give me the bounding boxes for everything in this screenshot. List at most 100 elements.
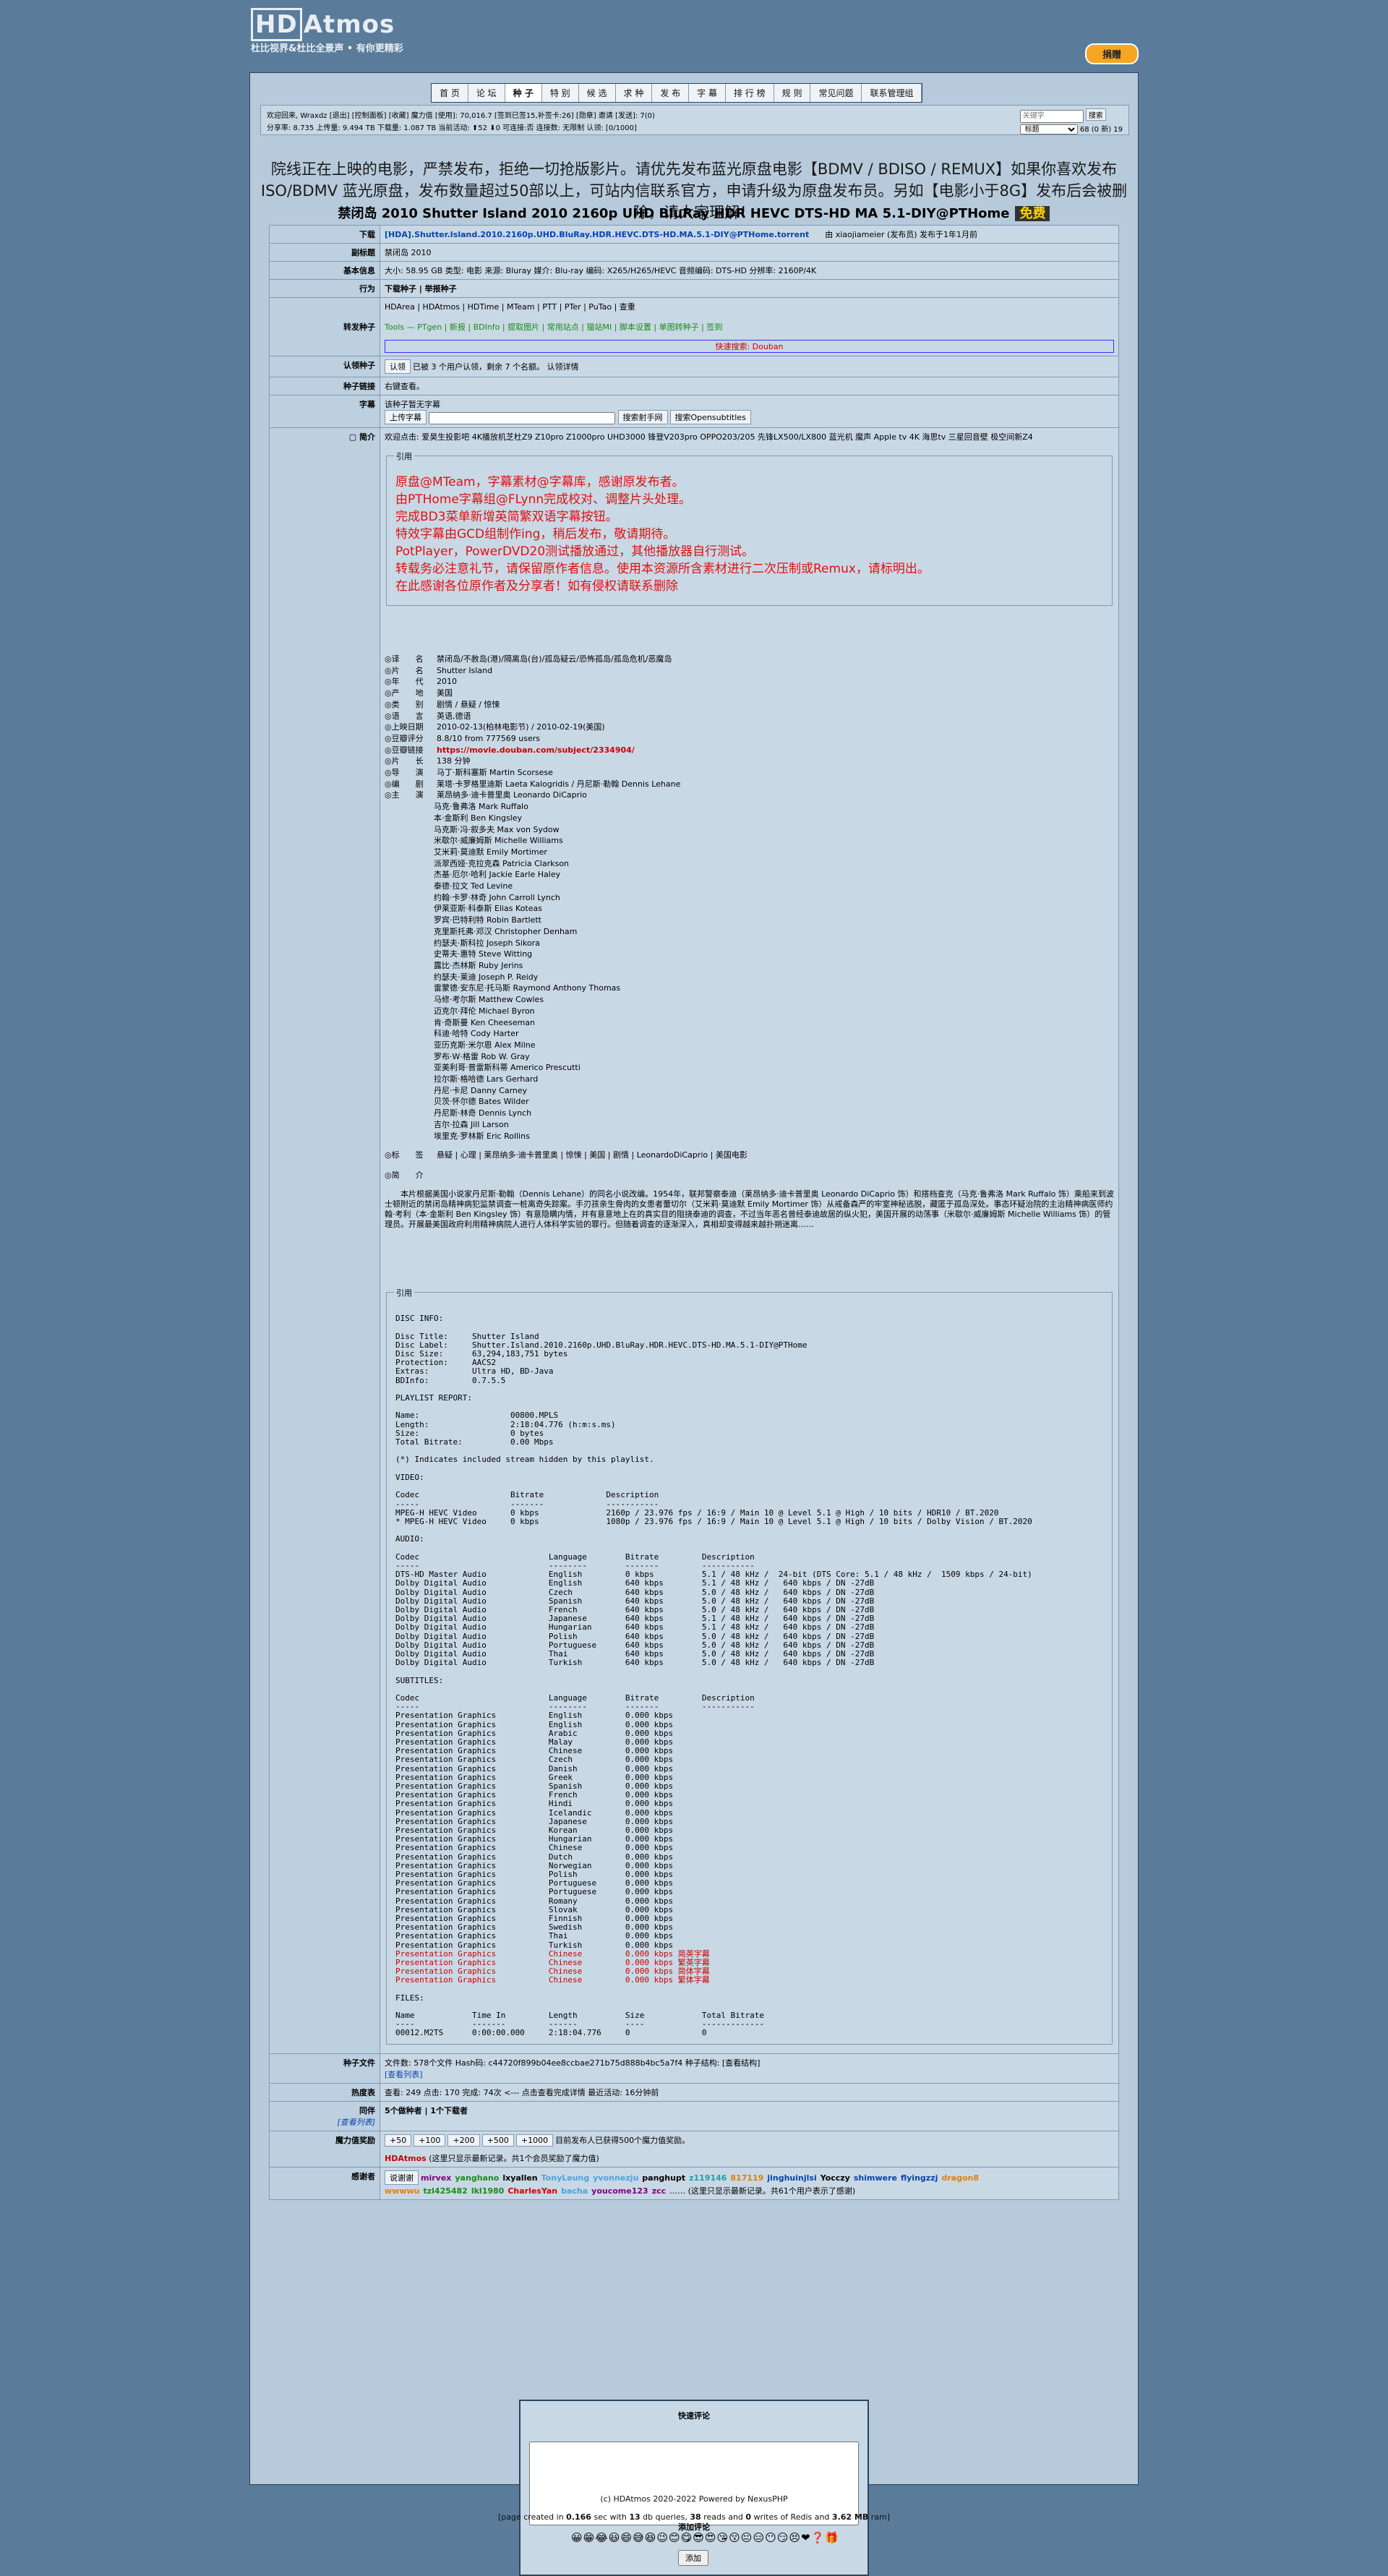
field-value[interactable]: https://movie.douban.com/subject/2334904… [437,745,635,756]
nav-item[interactable]: 论 坛 [468,84,505,102]
cast-member: 约瑟夫·莱迪 Joseph P. Reidy [434,972,539,982]
nav-item[interactable]: 联系管理组 [862,84,922,102]
cast-member: 罗布·W·格雷 Rob W. Gray [434,1051,530,1061]
thanks-user[interactable]: zcc [652,2186,666,2196]
row-thanks: 感谢者 说谢谢 mirvex yanghano lxyallen TonyLeung yv… [269,2167,1119,2200]
search-button[interactable]: 搜索 [1085,108,1106,121]
nav-item[interactable]: 排 行 榜 [725,84,774,102]
footer-stats: [page created in 0.166 sec with 13 db qu… [497,2512,891,2522]
cast-member: 艾米莉·莫迪默 Emily Mortimer [434,847,547,857]
cast-member: 贝茨·怀尔德 Bates Wilder [434,1097,529,1107]
bdinfo-files: FILES: Name Time In Length Size Total Bi… [395,1993,764,2038]
tools-links[interactable]: Tools — PTgen | 新报 | BDInfo | 提取图片 | 常用站… [385,321,1114,333]
quick-comment-box: 快速评论 😀😁😂😃😄😅😆😉😊😋😎😍😘😗😐😑😶😏😣❤❓🎁 添加 [519,2400,869,2576]
bonus-button[interactable]: +50 [385,2134,412,2147]
field-value: 莱昂纳多·迪卡普里奥 Leonardo DiCaprio [437,790,587,800]
thanks-user[interactable]: 817119 [730,2173,763,2183]
bonus-button[interactable]: +200 [447,2134,480,2147]
thanks-user[interactable]: z119146 [689,2173,727,2183]
cast-member: 本·金斯利 Ben Kingsley [434,813,523,823]
info-field: ◎年 代 2010 [385,676,1114,688]
nav-item[interactable]: 常见问题 [810,84,862,102]
tags-field: ◎标 签悬疑 | 心理 | 莱昂纳多·迪卡普里奥 | 惊悚 | 美国 | 剧情 … [385,1150,747,1160]
info-field: ◎主 演 莱昂纳多·迪卡普里奥 Leonardo DiCaprio [385,790,1114,801]
quote-line: 特效字幕由GCD组制作ing，稍后发布，敬请期待。 [395,527,676,542]
row-actions: 行为 下载种子 | 举报种子 [269,279,1119,298]
nav-item[interactable]: 种 子 [505,84,542,102]
nav-item[interactable]: 特 别 [541,84,579,102]
bonus-button[interactable]: +500 [481,2134,514,2147]
cast-list: 马克·鲁弗洛 Mark Ruffalo 本·金斯利 Ben Kingsley 马克斯… [434,801,1114,1142]
bonus-button[interactable]: +100 [414,2134,446,2147]
peer-counts[interactable]: 5个做种者 | 1个下载者 [385,2106,468,2115]
thanks-user[interactable]: lxyallen [502,2173,537,2183]
thanks-user[interactable]: jinghuinjlsi [767,2173,816,2183]
torrent-file-link[interactable]: [HDA].Shutter.Island.2010.2160p.UHD.BluR… [385,230,809,239]
nav-item[interactable]: 字 幕 [689,84,726,102]
thanks-user[interactable]: CharlesYan [507,2186,557,2196]
row-peers: 同伴 [查看列表] 5个做种者 | 1个下载者 [269,2101,1119,2131]
site-logo[interactable]: HD Atmos 杜比视界&杜比全景声 • 有你更精彩 [251,8,403,54]
nav-item[interactable]: 候 选 [578,84,616,102]
cast-member: 迈克尔·拜伦 Michael Byron [434,1006,535,1016]
donate-button[interactable]: 捐赠 [1084,43,1139,64]
add-comment-link[interactable]: 添加评论 [250,2521,1138,2533]
nav-item[interactable]: 首 页 [432,84,468,102]
quick-comment-title: 快速评论 [678,2411,710,2421]
intro-banner[interactable]: 欢迎点击: 爱昊生投影吧 4K播放机芝杜Z9 Z10pro Z1000pro U… [385,431,1114,442]
field-value: 英语,德语 [437,711,471,721]
field-key: ◎导 演 [385,768,424,778]
thanks-user[interactable]: yvonnezju [593,2173,638,2183]
thanks-user[interactable]: Yocczy [821,2173,850,2183]
quote-line: 转载务必注意礼节，请保留原作者信息。使用本资源所含素材进行二次压制或Remux，… [395,562,930,576]
cast-member: 约翰·卡罗·林奇 John Carroll Lynch [434,892,560,902]
thanks-button[interactable]: 说谢谢 [385,2170,419,2185]
thanks-user[interactable]: panghupt [642,2173,685,2183]
cast-member: 丹尼·卡尼 Danny Carney [434,1085,528,1095]
cast-member: 马克·鲁弗洛 Mark Ruffalo [434,802,528,812]
thanks-user[interactable]: flyingzzj [901,2173,938,2183]
thanks-user[interactable]: lkl1980 [471,2186,504,2196]
file-list-link[interactable]: [查看列表] [385,2068,1114,2080]
field-value: 美国 [437,688,453,698]
field-key: ◎类 别 [385,699,424,709]
site-links[interactable]: HDArea | HDAtmos | HDTime | MTeam | PTT … [385,301,1114,312]
claim-button[interactable]: 认领 [385,359,411,374]
thanks-user[interactable]: shimwere [854,2173,897,2183]
bdinfo-chinese-subs: Presentation Graphics Chinese 0.000 kbps… [395,1948,710,1985]
add-comment-button[interactable]: 添加 [678,2550,708,2566]
search-input[interactable] [1019,109,1084,123]
footer-copyright: (c) HDAtmos 2020-2022 Powered by NexusPH… [600,2494,788,2504]
field-key: ◎产 地 [385,688,424,698]
download-report-links[interactable]: 下载种子 | 举报种子 [385,284,457,294]
search-type-select[interactable]: 标题 [1019,124,1078,134]
smiley-bar[interactable]: 😀😁😂😃😄😅😆😉😊😋😎😍😘😗😐😑😶😏😣❤❓🎁 [571,2531,839,2544]
search-area: 搜索 标题 68 (0 新) 19 [1019,108,1123,134]
thanks-user[interactable]: bacha [561,2186,588,2196]
cast-member: 亚美利哥·普雷斯科蒂 Americo Prescutti [434,1063,581,1073]
quick-search[interactable]: 快速搜索: Douban [385,340,1114,353]
nav-item[interactable]: 规 则 [774,84,811,102]
message-count[interactable]: 68 (0 新) 19 [1080,126,1123,134]
info-field: ◎上映日期 2010-02-13(柏林电影节) / 2010-02-19(美国) [385,722,1114,733]
thanks-user[interactable]: youcome123 [591,2186,648,2196]
thanks-user[interactable]: tzl425482 [423,2186,467,2196]
thanks-user[interactable]: mirvex [421,2173,451,2183]
peer-list-link[interactable]: [查看列表] [274,2116,375,2128]
info-field: ◎语 言 英语,德语 [385,711,1114,722]
search-opensubtitles-button[interactable]: 搜索Opensubtitles [669,410,751,424]
row-basic-info: 基本信息 大小: 58.95 GB 类型: 电影 来源: Bluray 媒介: B… [269,261,1119,280]
subtitle-search-input[interactable] [429,412,615,424]
upload-subtitle-button[interactable]: 上传字幕 [385,410,427,424]
cast-member: 拉尔斯·格哈德 Lars Gerhard [434,1074,539,1084]
field-key: ◎编 剧 [385,779,424,789]
thanks-user[interactable]: TonyLeung [541,2173,590,2183]
nav-item[interactable]: 求 种 [615,84,653,102]
cast-member: 克里斯托弗·邓汉 Christopher Denham [434,926,578,936]
row-hot: 热度表 查看: 249 点击: 170 完成: 74次 <--- 点击查看完成详情… [269,2083,1119,2102]
thanks-user[interactable]: yanghano [455,2173,499,2183]
nav-item[interactable]: 发 布 [652,84,690,102]
bonus-button[interactable]: +1000 [515,2134,554,2147]
search-shooter-button[interactable]: 搜索射手网 [617,410,668,424]
row-claim: 认领种子 认领 已被 3 个用户认领，剩余 7 个名额。 认领详情 [269,356,1119,377]
